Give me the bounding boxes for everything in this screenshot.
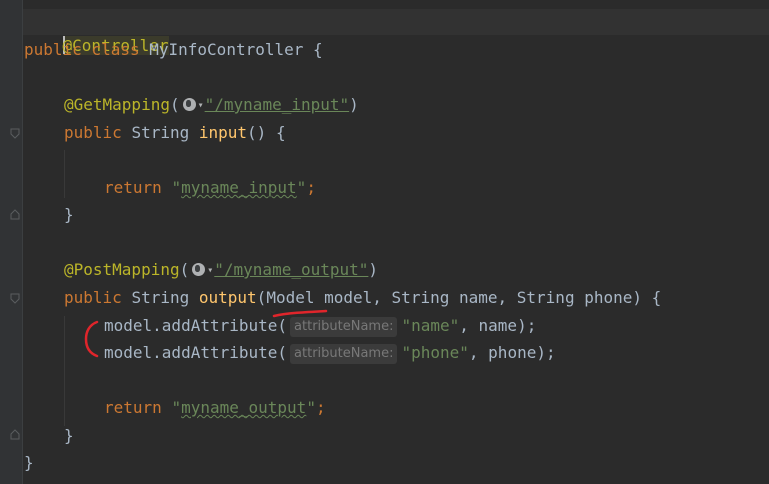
method-signature: () {	[247, 123, 286, 142]
code-line-11[interactable]: public String output(Model model, String…	[64, 286, 661, 310]
paren: (	[169, 95, 180, 114]
code-line-17[interactable]: }	[24, 451, 34, 475]
code-line-4[interactable]: @GetMapping( ▾"/myname_input")	[64, 93, 359, 117]
globe-icon[interactable]	[192, 263, 206, 276]
method-name-input[interactable]: input	[199, 123, 247, 142]
code-line-7[interactable]: return "myname_input";	[104, 176, 316, 200]
quote: "	[171, 178, 182, 197]
attribute-key-string[interactable]: "phone"	[401, 343, 468, 362]
paren: )	[349, 95, 359, 114]
keyword-public: public	[24, 40, 82, 59]
fold-marker-icon[interactable]	[10, 293, 20, 305]
return-type: String	[131, 123, 190, 142]
paren: )	[368, 260, 379, 279]
code-line-2[interactable]: public class MyInfoController {	[24, 38, 323, 62]
keyword-return: return	[104, 398, 162, 417]
chevron-down-icon[interactable]: ▾	[198, 94, 204, 118]
model-type[interactable]: Model	[266, 288, 314, 307]
paren: (	[179, 260, 190, 279]
method-name-output[interactable]: output	[199, 288, 257, 307]
add-attribute-call[interactable]: model.addAttribute(	[104, 343, 287, 362]
brace: }	[64, 205, 74, 224]
brace: }	[24, 453, 34, 472]
call-args: , phone);	[468, 343, 556, 362]
postmapping-annotation[interactable]: @PostMapping	[64, 260, 180, 279]
chevron-down-icon[interactable]: ▾	[207, 259, 213, 283]
quote: "	[171, 398, 182, 417]
editor-gutter[interactable]	[0, 0, 23, 484]
getmapping-url[interactable]: "/myname_input"	[205, 95, 350, 114]
brace: }	[64, 426, 74, 445]
indent-guide	[64, 316, 65, 426]
class-name[interactable]: MyInfoController	[149, 40, 303, 59]
indent-guide	[64, 150, 65, 198]
attribute-key-string[interactable]: "name"	[401, 316, 459, 335]
quote: "	[296, 178, 307, 197]
fold-marker-icon[interactable]	[10, 208, 20, 220]
fold-marker-icon[interactable]	[10, 428, 20, 440]
code-line-10[interactable]: @PostMapping( ▾"/myname_output")	[64, 258, 378, 282]
red-bracket-markup	[84, 320, 99, 358]
code-line-13[interactable]: model.addAttribute(attributeName: "phone"…	[104, 341, 556, 365]
code-line-8[interactable]: }	[64, 203, 74, 227]
return-type: String	[131, 288, 190, 307]
postmapping-url[interactable]: "/myname_output"	[214, 260, 368, 279]
parameter-hint: attributeName:	[290, 317, 398, 337]
add-attribute-call[interactable]: model.addAttribute(	[104, 316, 287, 335]
paren: (	[256, 288, 267, 307]
keyword-return: return	[104, 178, 162, 197]
view-name-string[interactable]: myname_output	[181, 398, 306, 417]
code-line-5[interactable]: public String input() {	[64, 121, 286, 145]
keyword-class: class	[91, 40, 140, 59]
method-params: model, String name, String phone) {	[314, 288, 662, 307]
brace: {	[313, 40, 323, 59]
code-editor[interactable]: @Controller public class MyInfoControlle…	[0, 0, 769, 484]
semicolon: ;	[306, 178, 316, 197]
code-line-16[interactable]: }	[64, 424, 74, 448]
quote: "	[306, 398, 316, 417]
red-underline-markup	[272, 309, 328, 318]
code-line-15[interactable]: return "myname_output";	[104, 396, 326, 420]
getmapping-annotation[interactable]: @GetMapping	[64, 95, 170, 114]
semicolon: ;	[315, 398, 326, 417]
fold-marker-icon[interactable]	[10, 128, 20, 140]
view-name-string[interactable]: myname_input	[181, 178, 297, 197]
keyword-public: public	[64, 288, 122, 307]
keyword-public: public	[64, 123, 122, 142]
parameter-hint: attributeName:	[290, 344, 398, 364]
globe-icon[interactable]	[182, 98, 196, 111]
code-line-1[interactable]: @Controller	[24, 10, 169, 55]
call-args: , name);	[459, 316, 537, 335]
